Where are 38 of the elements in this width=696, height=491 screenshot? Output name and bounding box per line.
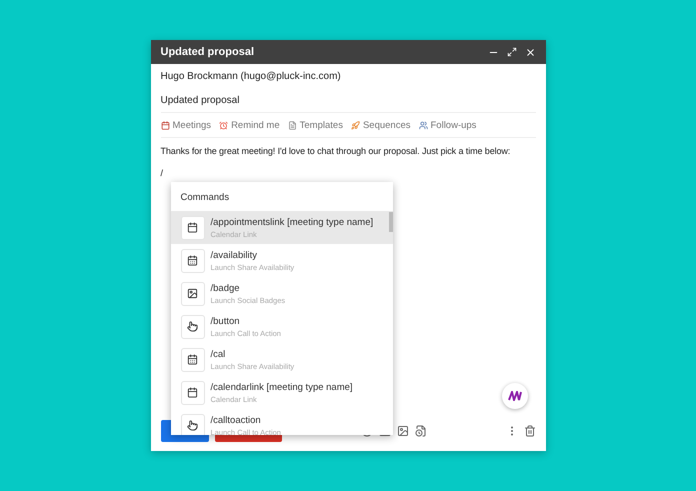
toolbar-item[interactable]: Sequences — [350, 120, 410, 130]
toolbar-item[interactable]: Follow-ups — [418, 120, 476, 130]
command-name: /button — [210, 316, 241, 326]
command-name: /calendarlink [meeting type name] — [210, 382, 353, 392]
calendar-icon — [187, 387, 198, 398]
command-name: /cal — [210, 348, 226, 360]
subject-field[interactable]: Updated proposal — [160, 94, 240, 106]
toolbar-item[interactable]: Meetings — [160, 120, 212, 130]
expand-icon[interactable] — [506, 47, 516, 57]
command-name: /availability — [210, 250, 258, 260]
command-name: /appointmentslink [meeting type name] — [210, 216, 374, 228]
clock-document-icon[interactable] — [414, 425, 426, 437]
pointer-hand-icon — [187, 420, 198, 431]
body-text: / — [160, 168, 164, 178]
calendar-icon — [187, 222, 198, 233]
rocket-icon — [350, 120, 360, 130]
calendar-icon — [187, 354, 198, 365]
trash-icon[interactable] — [524, 425, 536, 437]
people-icon — [418, 120, 428, 130]
command-name: /calltoaction — [210, 414, 262, 426]
close-icon[interactable] — [524, 46, 536, 58]
alarm-clock-icon — [219, 120, 228, 130]
pointer-hand-icon — [187, 321, 198, 332]
calendar-icon — [160, 120, 170, 130]
image-icon — [187, 288, 198, 299]
app-logo-button[interactable] — [502, 383, 528, 409]
menu-title: Commands — [180, 191, 230, 205]
scrollbar-thumb — [388, 212, 392, 232]
toolbar-item[interactable]: Remind me — [219, 120, 280, 130]
image-icon[interactable] — [396, 425, 408, 437]
window-title: Updated proposal — [160, 46, 256, 58]
calendar-icon — [187, 255, 198, 266]
body-text: Thanks for the great meeting! I'd love to chat through our proposal. Just pick a time below: — [160, 146, 512, 156]
recipient-field[interactable]: Hugo Brockmann (hugo@pluck-inc.com) — [160, 70, 341, 82]
document-icon — [288, 120, 297, 130]
toolbar-item[interactable]: Templates — [288, 120, 343, 130]
zigzag-logo-icon — [508, 391, 522, 401]
command-name: /badge — [210, 282, 241, 294]
